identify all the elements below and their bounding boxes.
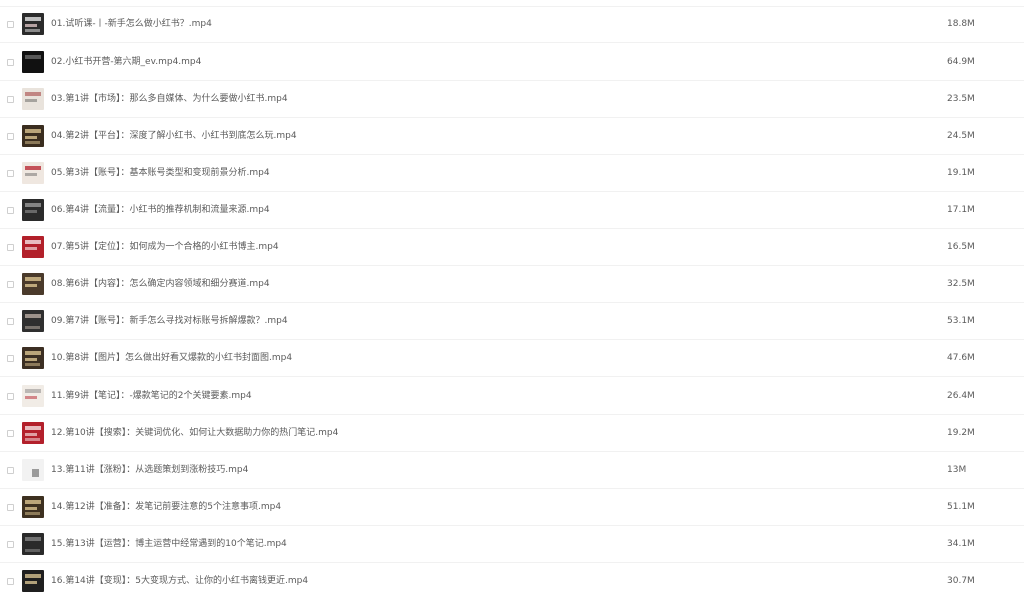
- row-checkbox[interactable]: [7, 95, 14, 103]
- video-thumbnail-icon: [22, 13, 44, 35]
- file-name[interactable]: 12.第10讲【搜索】：关键词优化、如何让大数据助力你的热门笔记.mp4: [51, 427, 338, 439]
- row-checkbox[interactable]: [7, 540, 14, 548]
- file-size: 19.2M: [947, 428, 975, 438]
- file-row[interactable]: 12.第10讲【搜索】：关键词优化、如何让大数据助力你的热门笔记.mp4 19.…: [0, 415, 1024, 452]
- row-checkbox[interactable]: [7, 280, 14, 288]
- video-thumbnail-icon: [22, 236, 44, 258]
- file-row[interactable]: 04.第2讲【平台】：深度了解小红书、小红书到底怎么玩.mp4 24.5M: [0, 118, 1024, 155]
- video-thumbnail-icon: [22, 385, 44, 407]
- file-size: 19.1M: [947, 168, 975, 178]
- file-size: 32.5M: [947, 279, 975, 289]
- file-name[interactable]: 07.第5讲【定位】：如何成为一个合格的小红书博主.mp4: [51, 241, 279, 253]
- video-thumbnail-icon: [22, 125, 44, 147]
- row-checkbox[interactable]: [7, 317, 14, 325]
- file-row[interactable]: 07.第5讲【定位】：如何成为一个合格的小红书博主.mp4 16.5M: [0, 229, 1024, 266]
- row-checkbox[interactable]: [7, 429, 14, 437]
- file-size: 64.9M: [947, 57, 975, 67]
- row-checkbox[interactable]: [7, 132, 14, 140]
- file-name[interactable]: 11.第9讲【笔记】：-爆款笔记的2个关键要素.mp4: [51, 390, 252, 402]
- file-name[interactable]: 04.第2讲【平台】：深度了解小红书、小红书到底怎么玩.mp4: [51, 130, 297, 142]
- file-row[interactable]: 09.第7讲【账号】：新手怎么寻找对标账号拆解爆款？.mp4 53.1M: [0, 303, 1024, 340]
- row-checkbox[interactable]: [7, 169, 14, 177]
- video-thumbnail-icon: [22, 496, 44, 518]
- file-row[interactable]: 05.第3讲【账号】：基本账号类型和变现前景分析.mp4 19.1M: [0, 155, 1024, 192]
- file-name[interactable]: 15.第13讲【运营】：博主运营中经常遇到的10个笔记.mp4: [51, 538, 287, 550]
- file-row[interactable]: 03.第1讲【市场】：那么多自媒体、为什么要做小红书.mp4 23.5M: [0, 81, 1024, 118]
- file-size: 47.6M: [947, 353, 975, 363]
- file-size: 26.4M: [947, 391, 975, 401]
- row-checkbox[interactable]: [7, 20, 14, 28]
- file-name[interactable]: 03.第1讲【市场】：那么多自媒体、为什么要做小红书.mp4: [51, 93, 288, 105]
- file-row[interactable]: 08.第6讲【内容】：怎么确定内容领域和细分赛道.mp4 32.5M: [0, 266, 1024, 303]
- file-row[interactable]: 02.小红书开营-第六期_ev.mp4.mp4 64.9M: [0, 44, 1024, 81]
- file-row[interactable]: 15.第13讲【运营】：博主运营中经常遇到的10个笔记.mp4 34.1M: [0, 526, 1024, 563]
- file-size: 30.7M: [947, 576, 975, 586]
- row-checkbox[interactable]: [7, 392, 14, 400]
- file-name[interactable]: 08.第6讲【内容】：怎么确定内容领域和细分赛道.mp4: [51, 278, 270, 290]
- file-size: 17.1M: [947, 205, 975, 215]
- row-checkbox[interactable]: [7, 577, 14, 585]
- file-row[interactable]: 16.第14讲【变现】：5大变现方式、让你的小红书离钱更近.mp4 30.7M: [0, 563, 1024, 599]
- file-name[interactable]: 13.第11讲【涨粉】：从选题策划到涨粉技巧.mp4: [51, 464, 248, 476]
- file-name[interactable]: 06.第4讲【流量】：小红书的推荐机制和流量来源.mp4: [51, 204, 270, 216]
- file-name[interactable]: 10.第8讲【图片】怎么做出好看又爆款的小红书封面图.mp4: [51, 352, 292, 364]
- video-thumbnail-icon: [22, 459, 44, 481]
- file-size: 23.5M: [947, 94, 975, 104]
- file-row[interactable]: 11.第9讲【笔记】：-爆款笔记的2个关键要素.mp4 26.4M: [0, 378, 1024, 415]
- row-checkbox[interactable]: [7, 466, 14, 474]
- file-name[interactable]: 01.试听课-丨-新手怎么做小红书？.mp4: [51, 18, 212, 30]
- file-row[interactable]: 13.第11讲【涨粉】：从选题策划到涨粉技巧.mp4 13M: [0, 452, 1024, 489]
- row-checkbox[interactable]: [7, 58, 14, 66]
- video-thumbnail-icon: [22, 422, 44, 444]
- row-checkbox[interactable]: [7, 503, 14, 511]
- file-size: 16.5M: [947, 242, 975, 252]
- file-name[interactable]: 02.小红书开营-第六期_ev.mp4.mp4: [51, 56, 201, 68]
- video-thumbnail-icon: [22, 533, 44, 555]
- video-thumbnail-icon: [22, 570, 44, 592]
- row-checkbox[interactable]: [7, 354, 14, 362]
- file-size: 18.8M: [947, 19, 975, 29]
- video-thumbnail-icon: [22, 162, 44, 184]
- row-checkbox[interactable]: [7, 206, 14, 214]
- file-name[interactable]: 09.第7讲【账号】：新手怎么寻找对标账号拆解爆款？.mp4: [51, 315, 288, 327]
- video-thumbnail-icon: [22, 347, 44, 369]
- video-thumbnail-icon: [22, 88, 44, 110]
- row-checkbox[interactable]: [7, 243, 14, 251]
- file-row[interactable]: 14.第12讲【准备】：发笔记前要注意的5个注意事项.mp4 51.1M: [0, 489, 1024, 526]
- video-thumbnail-icon: [22, 51, 44, 73]
- file-name[interactable]: 16.第14讲【变现】：5大变现方式、让你的小红书离钱更近.mp4: [51, 575, 308, 587]
- file-name[interactable]: 14.第12讲【准备】：发笔记前要注意的5个注意事项.mp4: [51, 501, 281, 513]
- file-row[interactable]: 10.第8讲【图片】怎么做出好看又爆款的小红书封面图.mp4 47.6M: [0, 340, 1024, 377]
- file-size: 51.1M: [947, 502, 975, 512]
- file-row[interactable]: 01.试听课-丨-新手怎么做小红书？.mp4 18.8M: [0, 6, 1024, 43]
- file-size: 24.5M: [947, 131, 975, 141]
- file-size: 13M: [947, 465, 967, 475]
- file-list: 01.试听课-丨-新手怎么做小红书？.mp4 18.8M 02.小红书开营-第六…: [0, 0, 1024, 599]
- video-thumbnail-icon: [22, 199, 44, 221]
- file-name[interactable]: 05.第3讲【账号】：基本账号类型和变现前景分析.mp4: [51, 167, 270, 179]
- file-size: 53.1M: [947, 316, 975, 326]
- video-thumbnail-icon: [22, 273, 44, 295]
- video-thumbnail-icon: [22, 310, 44, 332]
- file-row[interactable]: 06.第4讲【流量】：小红书的推荐机制和流量来源.mp4 17.1M: [0, 192, 1024, 229]
- file-size: 34.1M: [947, 539, 975, 549]
